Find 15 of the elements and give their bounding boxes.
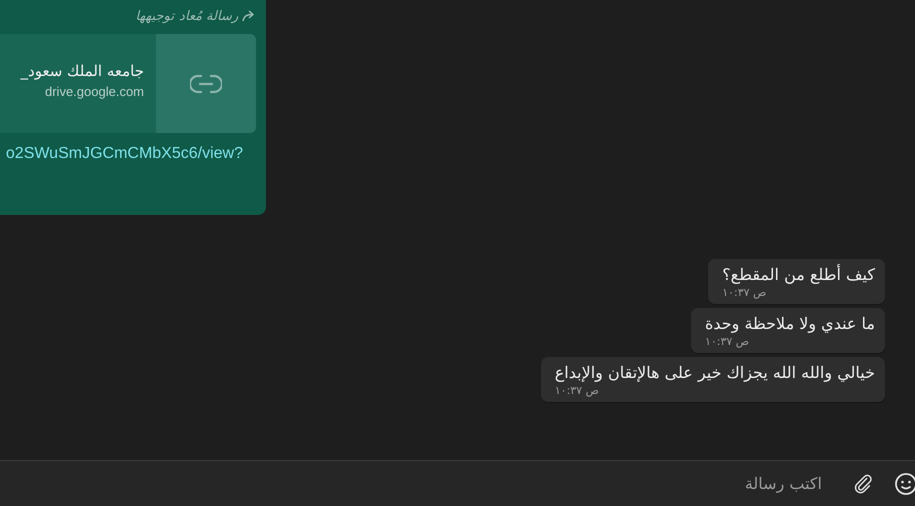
forwarded-label: رسالة مُعاد توجيهها — [136, 8, 238, 24]
message-input[interactable]: اكتب رسالة — [662, 470, 822, 497]
message-text: خيالي والله الله يجزاك خير على هالإتقان والإبداع — [554, 362, 875, 384]
message-time: ص ١٠:٣٧ — [722, 286, 768, 300]
message-time: ص ١٠:٣٧ — [554, 384, 600, 398]
paperclip-icon[interactable] — [852, 472, 874, 494]
message-link[interactable]: o2SWuSmJGCmCMbX5c6/view? — [6, 145, 243, 162]
link-title: جامعه الملك سعود_ — [20, 62, 144, 80]
message-time: ص ١٠:٣٧ — [704, 335, 750, 349]
link-icon — [190, 74, 222, 94]
forward-arrow-icon — [242, 10, 256, 22]
emoji-icon[interactable] — [894, 472, 915, 496]
link-domain: drive.google.com — [44, 84, 144, 99]
message-text: ما عندي ولا ملاحظة وحدة — [704, 313, 875, 335]
message-text: كيف أطلع من المقطع؟ — [722, 264, 875, 286]
